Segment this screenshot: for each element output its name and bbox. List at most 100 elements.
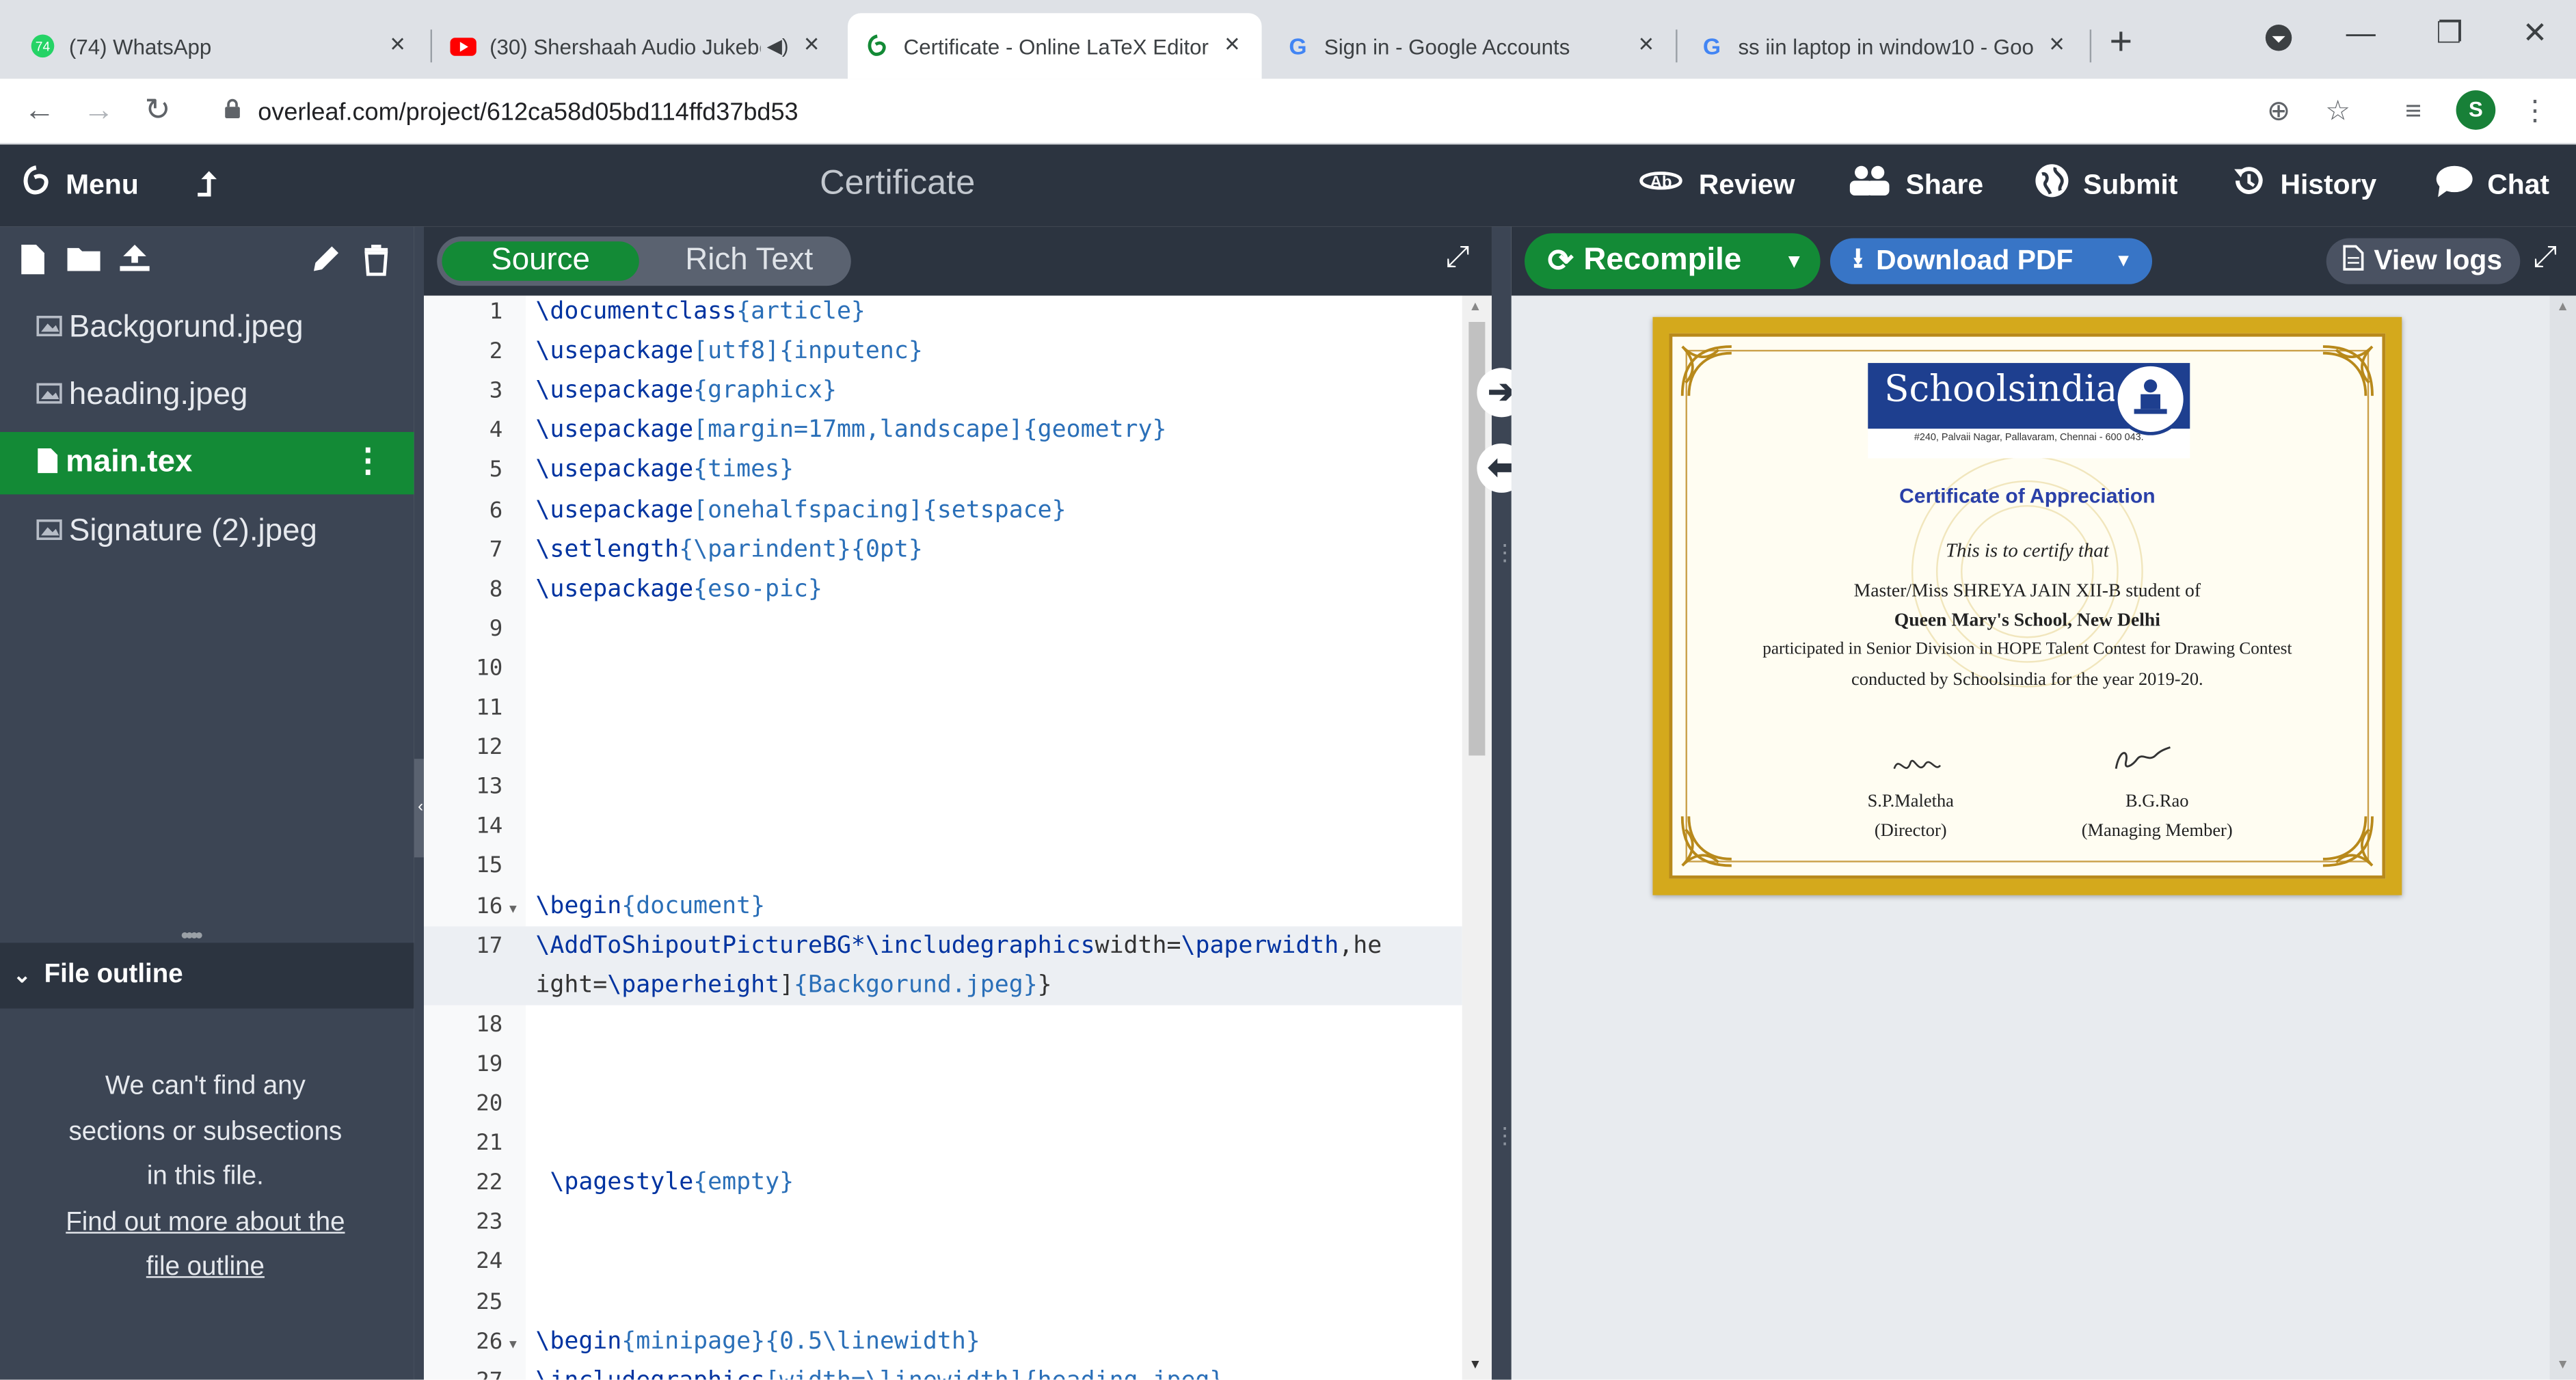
certificate-line-3: participated in Senior Division in HOPE … [1762, 640, 2292, 659]
browser-tab-whatsapp[interactable]: 74 (74) WhatsApp × [13, 13, 427, 79]
file-tree-toolbar [0, 227, 414, 296]
history-button[interactable]: History [2231, 144, 2376, 226]
view-logs-button[interactable]: View logs [2326, 238, 2521, 284]
file-item[interactable]: heading.jpeg [0, 364, 414, 427]
close-tab-icon[interactable]: × [384, 31, 410, 61]
project-title[interactable]: Certificate [820, 164, 975, 204]
tab-separator [2089, 29, 2092, 63]
browser-tab-google-search[interactable]: G ss iin laptop in window10 - Google × [1682, 13, 2087, 79]
file-options-icon[interactable]: ⋮ [351, 440, 384, 481]
line-number: 26 [476, 1328, 503, 1355]
code-line: \begin{document} [535, 893, 766, 919]
window-close-icon[interactable]: ✕ [2510, 16, 2560, 51]
rich-text-mode-button[interactable]: Rich Text [651, 241, 848, 281]
line-number: 1 [489, 299, 503, 325]
line-number: 3 [489, 378, 503, 405]
code-line: \usepackage[onehalfspacing]{setspace} [535, 496, 1066, 524]
browser-tab-youtube[interactable]: (30) Shershaah Audio Jukebox ◀) × [433, 13, 841, 79]
expand-pdf-icon[interactable]: ⤢ [2534, 240, 2558, 274]
ornament-corner-icon [1680, 816, 1732, 867]
reading-list-icon[interactable]: ≡ [2393, 92, 2433, 132]
outline-help-link[interactable]: file outline [33, 1245, 378, 1290]
browser-tab-google-signin[interactable]: G Sign in - Google Accounts × [1268, 13, 1676, 79]
browser-tab-overleaf[interactable]: Certificate - Online LaTeX Editor × [847, 13, 1262, 79]
line-number: 17 [476, 932, 503, 959]
close-tab-icon[interactable]: × [799, 31, 824, 61]
line-number: 13 [476, 774, 503, 800]
line-number: 11 [476, 694, 503, 721]
chat-button[interactable]: Chat [2434, 144, 2549, 226]
zoom-icon[interactable]: ⊕ [2259, 92, 2298, 132]
log-file-icon [2343, 244, 2364, 278]
source-mode-button[interactable]: Source [442, 241, 639, 281]
overleaf-logo-icon [20, 163, 53, 208]
tab-title: (30) Shershaah Audio Jukebox [489, 33, 761, 59]
reload-icon[interactable]: ↻ [138, 92, 178, 132]
restore-icon[interactable]: ❐ [2425, 16, 2474, 51]
file-outline-title: File outline [44, 960, 183, 989]
recompile-button[interactable]: ⟳ Recompile ▼ [1525, 233, 1821, 289]
editor-header: Source Rich Text ⤢ [423, 226, 1492, 296]
ornament-corner-icon [2322, 816, 2374, 867]
tab-search-icon[interactable] [2254, 16, 2303, 61]
download-dropdown-icon[interactable]: ▼ [2115, 252, 2132, 271]
new-folder-icon[interactable] [66, 243, 102, 281]
code-line: \usepackage{graphicx} [535, 378, 837, 405]
browser-menu-icon[interactable]: ⋮ [2515, 92, 2555, 132]
fold-toggle-icon[interactable]: ▾ [509, 899, 517, 917]
up-level-button[interactable]: ⮥ [197, 144, 230, 226]
delete-trash-icon[interactable] [362, 243, 391, 284]
url-field[interactable]: overleaf.com/project/612ca58d05bd114ffd3… [211, 87, 2313, 136]
file-item[interactable]: Backgorund.jpeg [0, 297, 414, 360]
submit-button[interactable]: Submit [2034, 144, 2178, 226]
download-label: Download PDF [1876, 245, 2074, 276]
minimize-icon[interactable]: — [2336, 16, 2385, 51]
line-number: 18 [476, 1011, 503, 1038]
certificate-line-2: Queen Mary's School, New Delhi [1894, 610, 2160, 631]
file-item-active[interactable]: main.tex ⋮ [0, 432, 414, 495]
download-icon: ⭳ [1853, 242, 1863, 274]
file-outline-header[interactable]: ⌄ File outline [0, 943, 414, 1009]
logo-band: Schoolsindia [1868, 363, 2190, 435]
bookmark-star-icon[interactable]: ☆ [2318, 92, 2358, 132]
expand-editor-icon[interactable]: ⤢ [1446, 240, 1470, 274]
forward-icon[interactable]: → [79, 92, 118, 132]
signatory-2-name: B.G.Rao [2125, 792, 2189, 812]
code-line: \documentclass{article} [535, 299, 866, 325]
close-tab-icon[interactable]: × [2043, 31, 2069, 61]
svg-text:Ab: Ab [1650, 173, 1672, 191]
menu-button[interactable]: Menu [20, 144, 139, 226]
new-file-icon[interactable] [20, 243, 46, 284]
new-tab-button[interactable]: + [2110, 20, 2133, 66]
code-editor[interactable]: 1 \documentclass{article} 2 \usepackage[utf… [423, 295, 1492, 1380]
watermark-ornament [1911, 455, 2143, 688]
history-label: History [2280, 169, 2377, 201]
review-button[interactable]: Ab Review [1636, 144, 1795, 226]
line-number: 9 [489, 615, 503, 642]
document-file-icon [36, 447, 59, 480]
download-pdf-button[interactable]: ⭳ Download PDF ▼ [1830, 238, 2153, 284]
file-outline-body: We can't find any sections or subsection… [0, 1008, 414, 1380]
svg-text:G: G [1703, 34, 1721, 59]
file-item[interactable]: Signature (2).jpeg [0, 501, 414, 563]
audio-playing-icon[interactable]: ◀) [767, 34, 789, 57]
certificate-heading: Certificate of Appreciation [1899, 484, 2156, 508]
pdf-scrollbar[interactable]: ▲ ▼ [2549, 295, 2576, 1380]
editor-mode-toggle: Source Rich Text [437, 236, 851, 286]
file-tree-panel: Backgorund.jpeg heading.jpeg main.tex ⋮ … [0, 226, 414, 1380]
share-button[interactable]: Share [1847, 144, 1983, 226]
code-line: \usepackage{eso-pic} [535, 576, 822, 603]
line-number: 25 [476, 1288, 503, 1315]
close-tab-icon[interactable]: × [1633, 31, 1659, 61]
profile-avatar[interactable]: S [2456, 90, 2496, 130]
file-name: Signature (2).jpeg [68, 514, 317, 549]
back-icon[interactable]: ← [20, 92, 59, 132]
fold-toggle-icon[interactable]: ▾ [509, 1335, 517, 1353]
outline-help-link[interactable]: Find out more about the [33, 1200, 378, 1245]
lock-icon[interactable] [224, 98, 241, 124]
close-tab-icon[interactable]: × [1219, 31, 1245, 61]
line-number: 8 [489, 576, 503, 603]
upload-icon[interactable] [118, 243, 151, 281]
recompile-dropdown-icon[interactable]: ▼ [1784, 249, 1804, 273]
rename-pencil-icon[interactable] [309, 243, 342, 284]
